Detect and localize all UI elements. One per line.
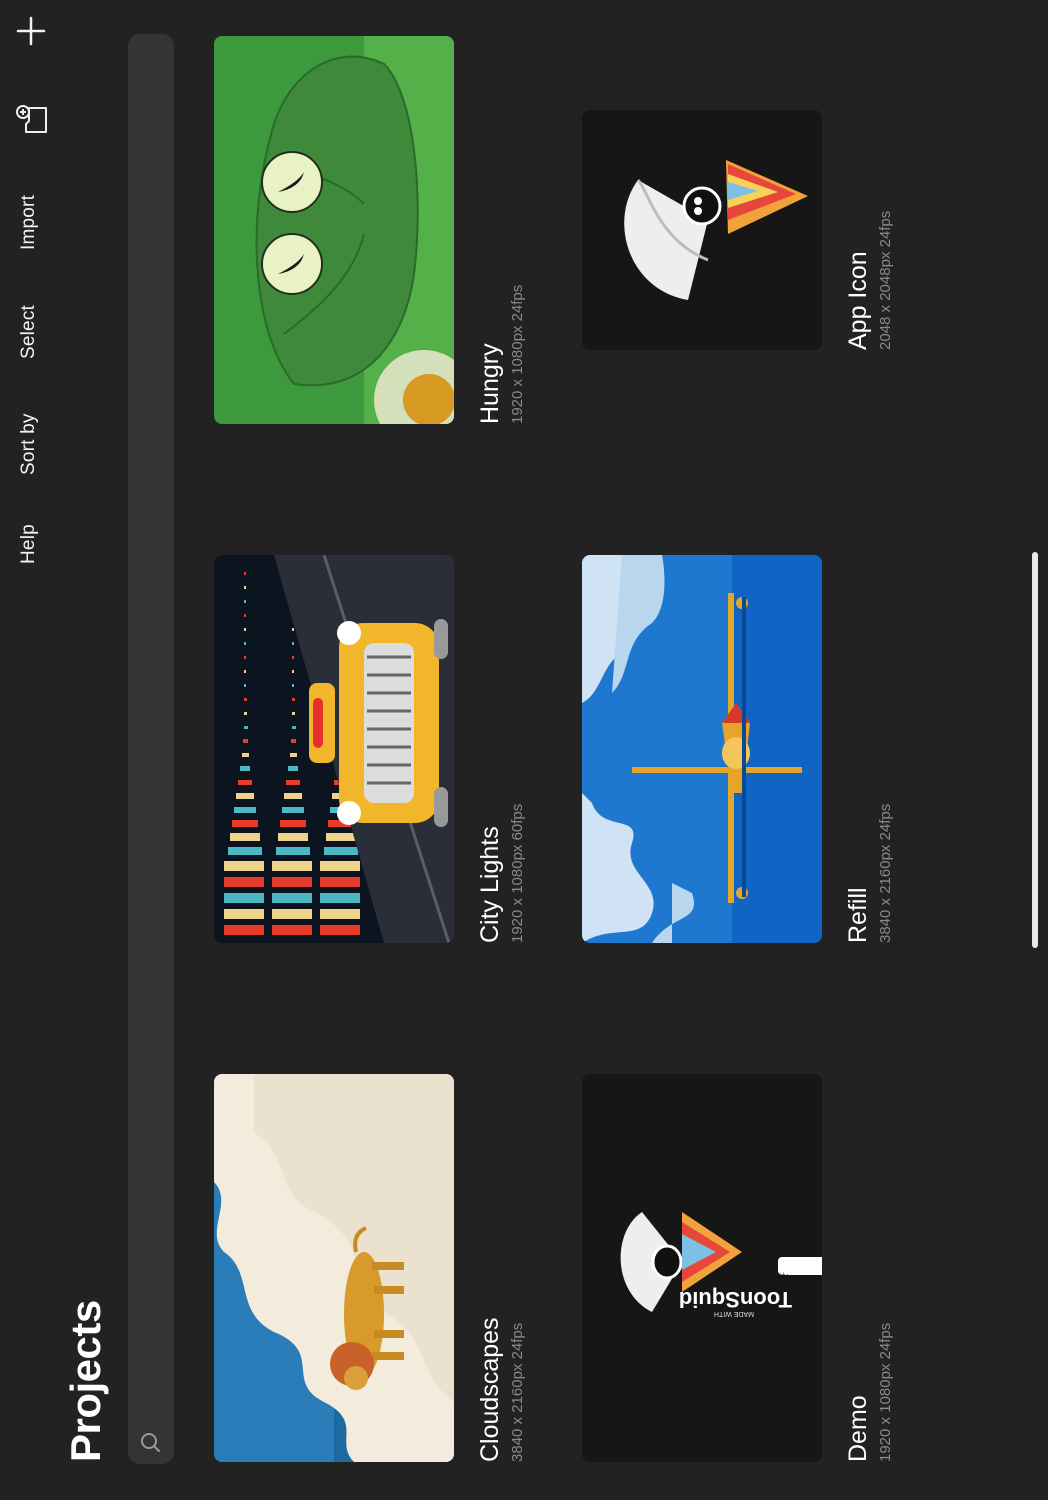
project-thumbnail[interactable] <box>582 110 822 350</box>
help-button[interactable]: Help <box>18 524 40 564</box>
new-folder-icon[interactable] <box>14 104 50 136</box>
project-thumbnail[interactable] <box>214 36 454 424</box>
projects-screen: Help Sort by Select Import Projects Clou… <box>0 0 1048 1500</box>
project-name: App Icon <box>844 251 872 350</box>
demo-brand-text: ToonSquid <box>679 1287 792 1312</box>
project-meta: 1920 x 1080px 60fps <box>509 803 526 943</box>
sort-by-button[interactable]: Sort by <box>18 413 40 475</box>
project-thumbnail[interactable] <box>214 1074 454 1462</box>
project-card-cloudscapes[interactable]: Cloudscapes 3840 x 2160px 24fps <box>214 1074 526 1462</box>
project-meta: 1920 x 1080px 24fps <box>509 284 526 424</box>
project-card-demo[interactable]: MADE WITH ToonSquid App Store Demo 1920 … <box>582 1074 894 1462</box>
plus-icon[interactable] <box>14 14 48 48</box>
project-name: Refill <box>844 887 872 943</box>
search-icon <box>139 1430 163 1454</box>
demo-store-text: App Store <box>761 1272 788 1278</box>
project-meta: 1920 x 1080px 24fps <box>877 1322 894 1462</box>
project-thumbnail[interactable] <box>214 555 454 943</box>
project-thumbnail[interactable] <box>582 555 822 943</box>
project-card-city-lights[interactable]: City Lights 1920 x 1080px 60fps <box>214 555 526 943</box>
project-meta: 2048 x 2048px 24fps <box>877 210 894 350</box>
select-button[interactable]: Select <box>18 305 40 359</box>
project-meta: 3840 x 2160px 24fps <box>509 1322 526 1462</box>
project-name: Hungry <box>476 343 504 424</box>
scrollbar[interactable] <box>1032 552 1038 948</box>
project-card-refill[interactable]: Refill 3840 x 2160px 24fps <box>582 555 894 943</box>
project-card-app-icon[interactable]: App Icon 2048 x 2048px 24fps <box>582 0 894 350</box>
import-button[interactable]: Import <box>18 195 40 250</box>
project-thumbnail[interactable]: MADE WITH ToonSquid App Store <box>582 1074 822 1462</box>
project-name: Cloudscapes <box>476 1317 504 1462</box>
project-name: Demo <box>844 1395 872 1462</box>
project-card-hungry[interactable]: Hungry 1920 x 1080px 24fps <box>214 36 526 424</box>
toolbar: Help Sort by Select Import <box>0 0 64 1500</box>
project-meta: 3840 x 2160px 24fps <box>877 803 894 943</box>
page-title: Projects <box>62 1300 109 1462</box>
search-input[interactable] <box>128 34 174 1464</box>
project-name: City Lights <box>476 826 504 943</box>
